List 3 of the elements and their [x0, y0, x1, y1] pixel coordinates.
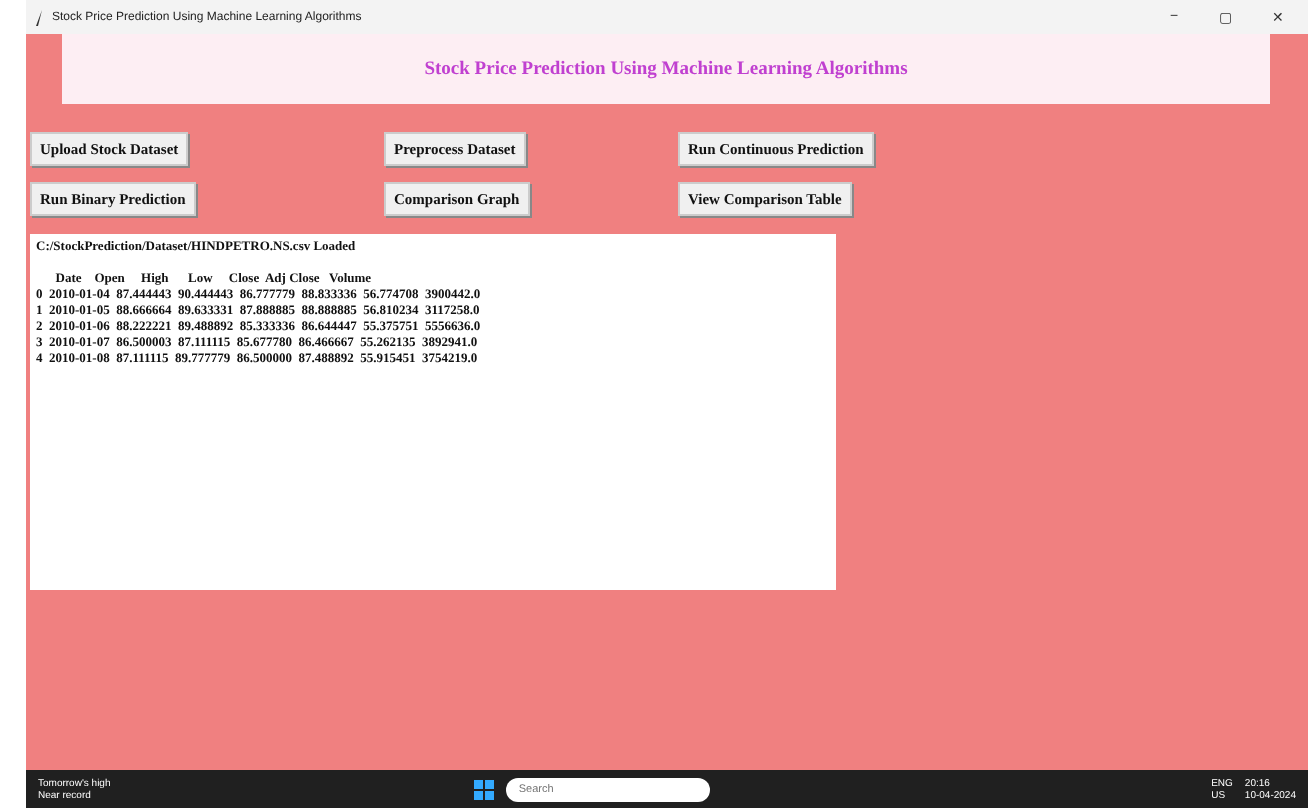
- windows-icon[interactable]: [474, 779, 495, 799]
- app-title: Stock Price Prediction Using Machine Learning Algorithms: [424, 59, 908, 79]
- feather-icon: [34, 9, 44, 25]
